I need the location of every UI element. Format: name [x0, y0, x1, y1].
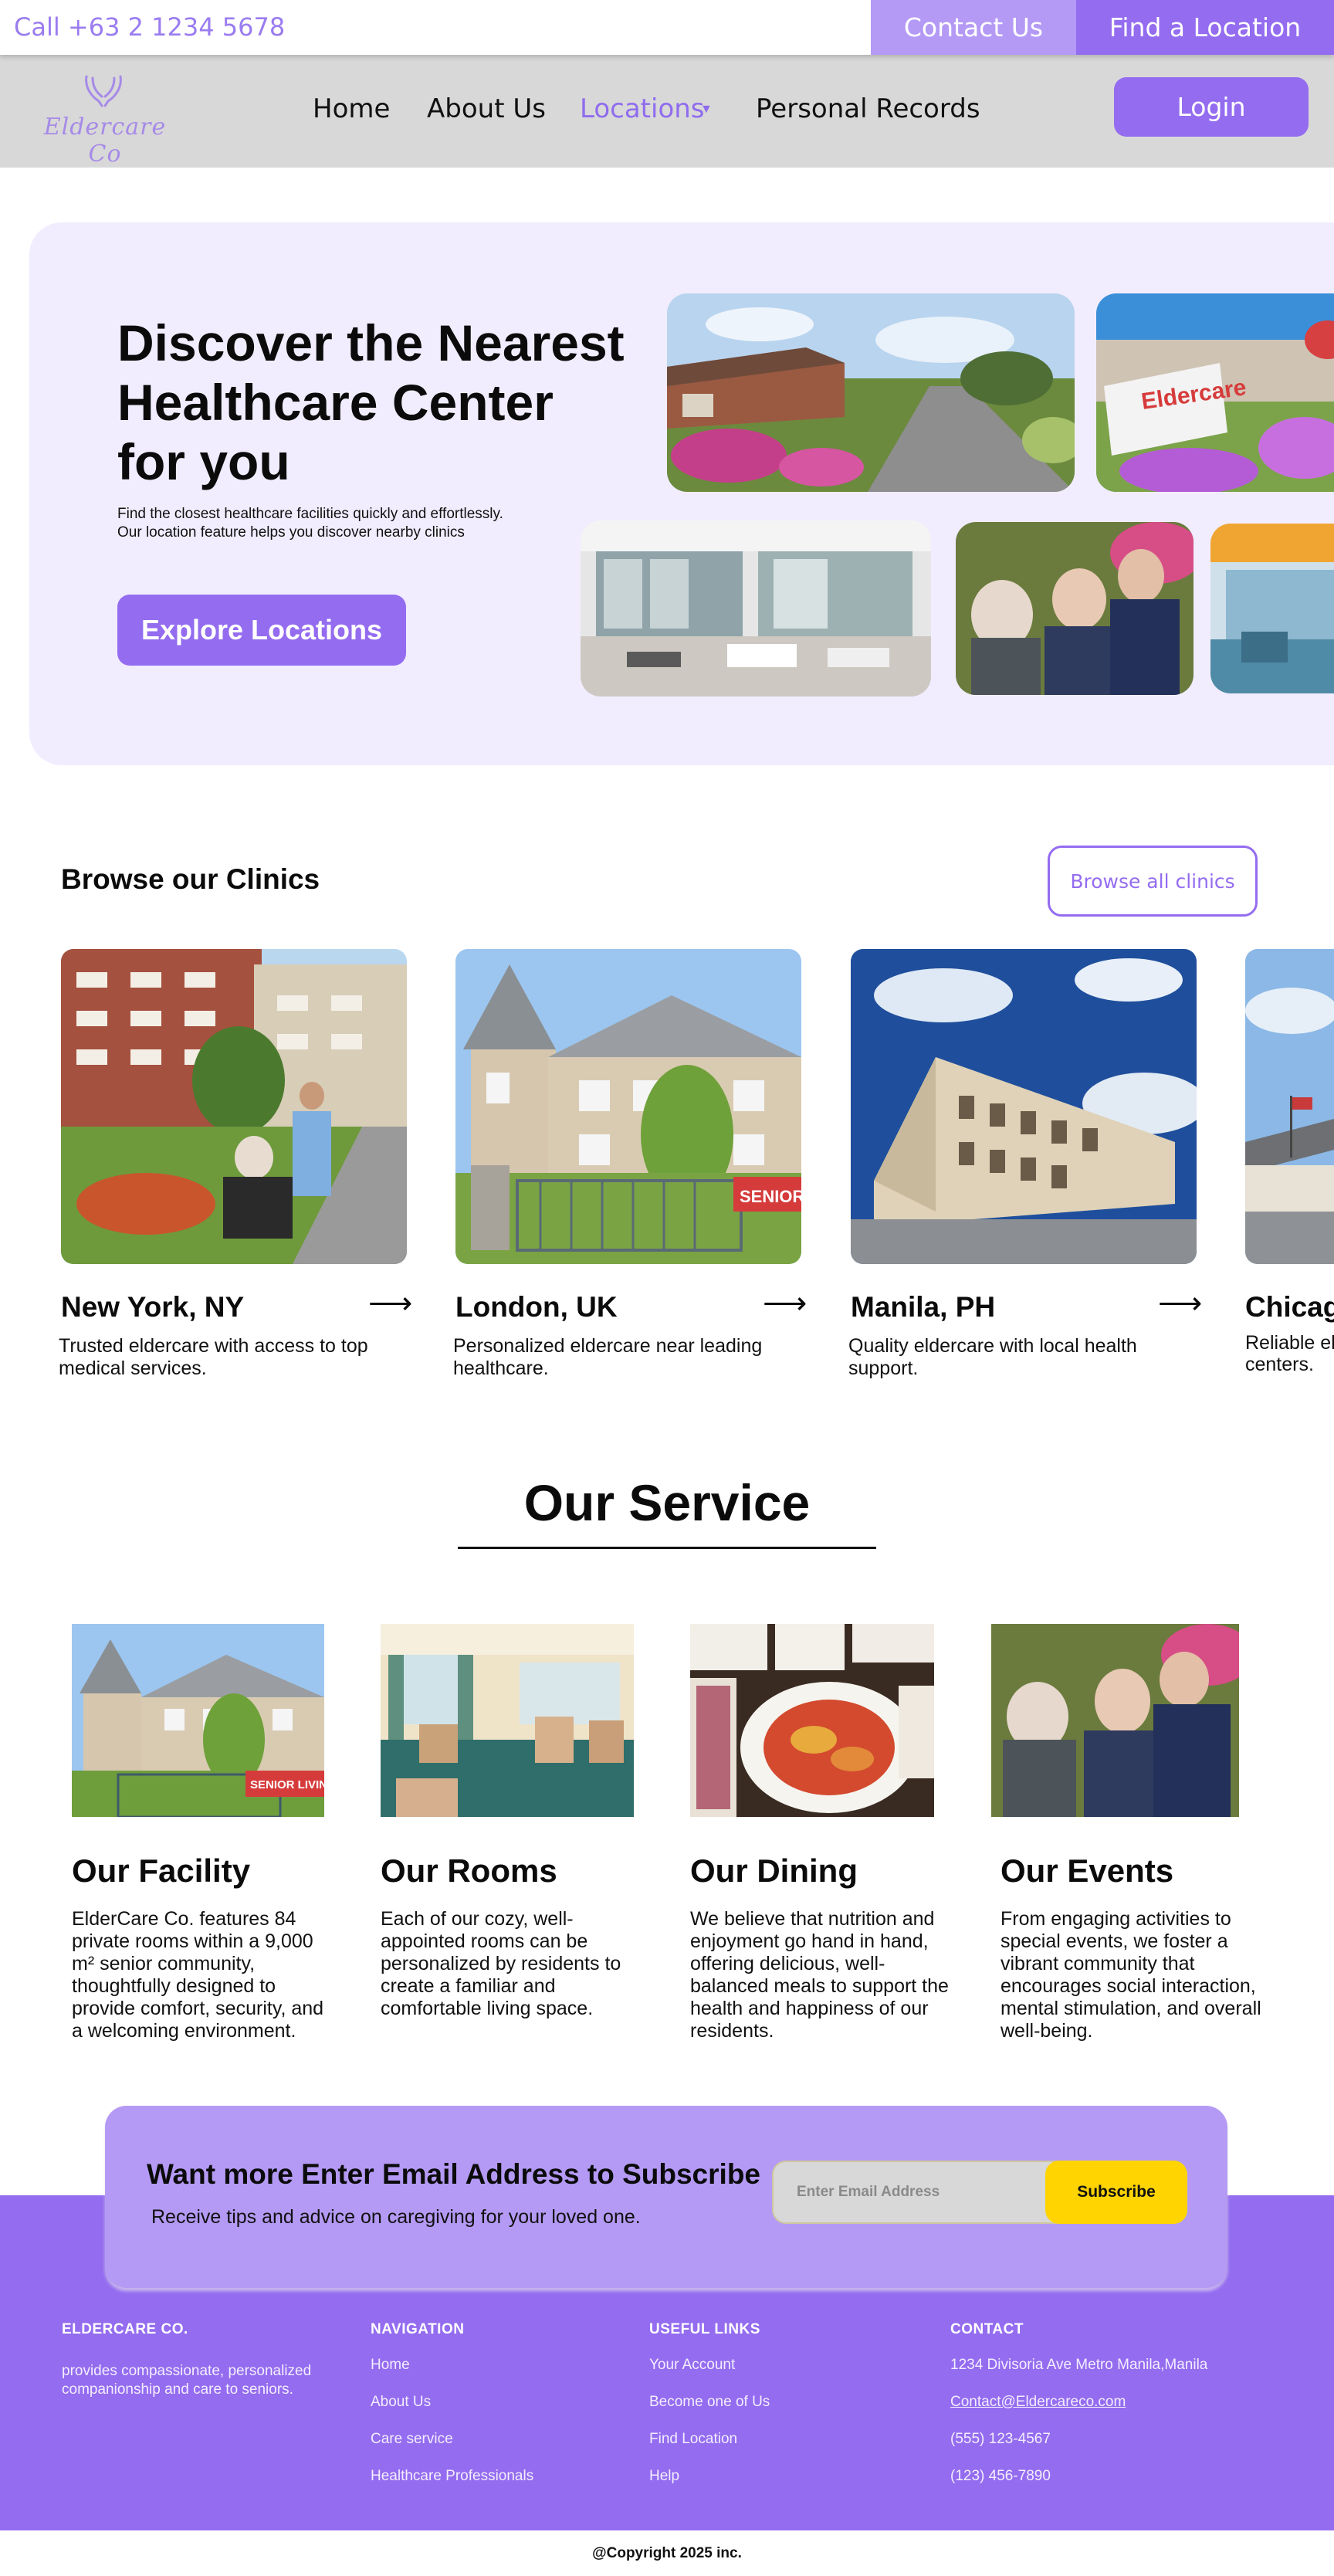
service-text: ElderCare Co. features 84 private rooms … — [72, 1908, 324, 2042]
service-text: We believe that nutrition and enjoyment … — [690, 1908, 949, 2042]
footer-link-help[interactable]: Help — [649, 2467, 679, 2486]
service-rooms: Our Rooms Each of our cozy, well-appoint… — [381, 1624, 634, 2019]
clinic-card-manila[interactable]: Manila, PH ⟶ Quality eldercare with loca… — [848, 949, 1202, 1379]
footer-heading: CONTACT — [950, 2321, 1024, 2337]
footer-link-account[interactable]: Your Account — [649, 2356, 735, 2374]
caring-hands-icon — [85, 75, 122, 107]
hero-photo-seniors — [956, 522, 1193, 695]
hero-section: Discover the Nearest Healthcare Center f… — [29, 222, 1334, 765]
copyright: @Copyright 2025 inc. — [0, 2530, 1334, 2576]
subscribe-title: Want more Enter Email Address to Subscri… — [147, 2158, 760, 2190]
service-photo — [690, 1624, 934, 1817]
hero-subtitle-line: Our location feature helps you discover … — [117, 524, 465, 541]
subscribe-button[interactable]: Subscribe — [1045, 2161, 1187, 2224]
service-name: Our Rooms — [381, 1852, 557, 1889]
hero-photo-room — [1210, 524, 1334, 693]
hero-title-line: Healthcare Center — [117, 374, 554, 431]
service-title: Our Service — [523, 1474, 811, 1531]
footer-address: 1234 Divisoria Ave Metro Manila,Manila — [950, 2357, 1208, 2373]
clinic-city: Manila, PH — [851, 1291, 996, 1323]
footer-brand-column: ELDERCARE CO. — [62, 2321, 188, 2338]
login-button[interactable]: Login — [1114, 77, 1309, 137]
nav-home[interactable]: Home — [313, 93, 390, 124]
footer-phone-2[interactable]: (123) 456-7890 — [950, 2467, 1051, 2486]
hero-photo-sign: Eldercare — [1096, 293, 1334, 492]
clinic-description-line: centers. — [1245, 1354, 1314, 1375]
clinic-description-line: Reliable el — [1245, 1332, 1334, 1354]
hero-subtitle-line: Find the closest healthcare facilities q… — [117, 506, 503, 522]
footer-heading: USEFUL LINKS — [649, 2321, 760, 2337]
nav-locations[interactable]: Locations — [580, 93, 705, 124]
footer-email-link[interactable]: Contact@Eldercareco.com — [950, 2393, 1126, 2412]
explore-locations-button[interactable]: Explore Locations — [117, 595, 406, 666]
clinic-photo — [61, 949, 407, 1264]
footer-useful-column: USEFUL LINKS Your Account Become one of … — [649, 2321, 770, 2484]
arrow-right-icon[interactable]: ⟶ — [763, 1286, 807, 1321]
clinic-description: Quality eldercare with local health supp… — [848, 1335, 1137, 1379]
logo[interactable]: Eldercare Co — [37, 72, 173, 168]
subscribe-text: Receive tips and advice on caregiving fo… — [151, 2206, 641, 2228]
service-name: Our Dining — [690, 1852, 858, 1889]
clinic-city: New York, NY — [61, 1291, 245, 1323]
email-input[interactable] — [797, 2162, 1051, 2222]
clinic-description: Reliable el centers. — [1245, 1332, 1334, 1375]
hero-title-line: Discover the Nearest — [117, 314, 625, 371]
service-events: Our Events From engaging activities to s… — [991, 1624, 1261, 2042]
footer-about: provides compassionate, personalized com… — [62, 2363, 312, 2398]
clinic-card-london[interactable]: SENIOR London, UK ⟶ Personalized elderca… — [453, 949, 807, 1379]
clinic-photo — [851, 949, 1197, 1264]
nav-personal-records[interactable]: Personal Records — [756, 93, 980, 124]
footer-link-professionals[interactable]: Healthcare Professionals — [371, 2467, 533, 2486]
footer-brand: ELDERCARE CO. — [62, 2321, 188, 2337]
hero-photo-interior — [581, 520, 931, 697]
hero-subtitle: Find the closest healthcare facilities q… — [117, 505, 596, 542]
service-name: Our Facility — [72, 1852, 251, 1889]
title-underline — [458, 1547, 876, 1549]
clinic-description: Personalized eldercare near leading heal… — [453, 1335, 763, 1379]
main-navigation: Eldercare Co Home About Us Locations ▼ P… — [0, 55, 1334, 168]
hero-title-line: for you — [117, 433, 290, 490]
service-facility: SENIOR LIVING Our Facility ElderCare Co.… — [72, 1624, 324, 2042]
subscribe-form: Subscribe — [772, 2161, 1187, 2224]
clinic-card-chicago[interactable]: Chicag Reliable el centers. — [1245, 949, 1334, 1375]
find-location-button[interactable]: Find a Location — [1076, 0, 1334, 55]
nav-about-us[interactable]: About Us — [427, 93, 546, 124]
clinic-card-new-york[interactable]: New York, NY ⟶ Trusted eldercare with ac… — [59, 949, 412, 1379]
banner-text: SENIOR — [740, 1187, 801, 1206]
banner-text: SENIOR LIVING — [250, 1778, 324, 1791]
browse-clinics-title: Browse our Clinics — [61, 863, 320, 895]
footer-link-care-service[interactable]: Care service — [371, 2430, 453, 2449]
footer-navigation-column: NAVIGATION Home About Us Care service He… — [371, 2321, 533, 2484]
footer-contact-column: CONTACT 1234 Divisoria Ave Metro Manila,… — [950, 2321, 1207, 2484]
chevron-down-icon[interactable]: ▼ — [700, 103, 713, 117]
clinic-city: London, UK — [455, 1291, 618, 1323]
clinic-city: Chicag — [1245, 1291, 1334, 1323]
phone-link[interactable]: Call +63 2 1234 5678 — [14, 12, 285, 42]
service-photo — [381, 1624, 634, 1817]
arrow-right-icon[interactable]: ⟶ — [1158, 1286, 1202, 1321]
clinic-photo: SENIOR — [455, 949, 801, 1264]
browse-all-clinics-button[interactable]: Browse all clinics — [1048, 846, 1258, 917]
service-name: Our Events — [1000, 1852, 1174, 1889]
hero-photo-street — [667, 293, 1075, 492]
footer-link-about[interactable]: About Us — [371, 2393, 431, 2412]
footer-phone-1[interactable]: (555) 123-4567 — [950, 2430, 1051, 2449]
contact-us-button[interactable]: Contact Us — [871, 0, 1076, 55]
clinic-description: Trusted eldercare with access to top med… — [59, 1335, 368, 1379]
footer-link-find-location[interactable]: Find Location — [649, 2430, 737, 2449]
footer-link-home[interactable]: Home — [371, 2356, 410, 2374]
subscribe-card: Want more Enter Email Address to Subscri… — [105, 2106, 1227, 2288]
footer-heading: NAVIGATION — [371, 2321, 465, 2337]
service-text: Each of our cozy, well-appointed rooms c… — [381, 1908, 621, 2019]
service-photo — [991, 1624, 1239, 1817]
service-photo: SENIOR LIVING — [72, 1624, 324, 1817]
footer-link-become[interactable]: Become one of Us — [649, 2393, 770, 2412]
service-dining: Our Dining We believe that nutrition and… — [690, 1624, 949, 2042]
logo-text: Eldercare Co — [43, 114, 167, 168]
top-bar: Call +63 2 1234 5678 Contact Us Find a L… — [0, 0, 1334, 55]
hero-title: Discover the Nearest Healthcare Center f… — [117, 314, 642, 492]
arrow-right-icon[interactable]: ⟶ — [368, 1286, 412, 1321]
service-text: From engaging activities to special even… — [1000, 1908, 1261, 2042]
clinic-photo — [1245, 949, 1334, 1264]
